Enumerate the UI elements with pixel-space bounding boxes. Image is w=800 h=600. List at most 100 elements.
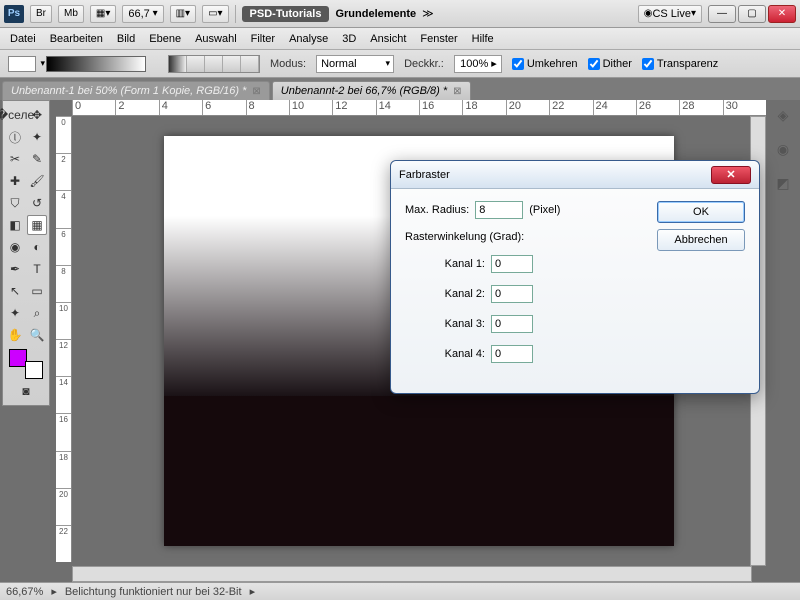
screen-mode-button[interactable]: ▭▾	[202, 5, 228, 23]
zoom-tool-icon[interactable]: 🔍	[27, 325, 47, 345]
menu-auswahl[interactable]: Auswahl	[195, 33, 237, 45]
gradient-reflected[interactable]	[223, 56, 241, 72]
lasso-tool-icon[interactable]: ⓛ	[5, 127, 25, 147]
background-swatch[interactable]	[25, 361, 43, 379]
raster-angle-label: Rasterwinkelung (Grad):	[405, 231, 524, 243]
color-swatches[interactable]	[5, 349, 47, 379]
marquee-tool-icon[interactable]: ✥	[27, 105, 47, 125]
kanal2-input[interactable]	[491, 285, 533, 303]
stamp-tool-icon[interactable]: ⛉	[5, 193, 25, 213]
kanal4-label: Kanal 4:	[405, 348, 485, 360]
heal-tool-icon[interactable]: ✚	[5, 171, 25, 191]
crop-tool-icon[interactable]: ✂	[5, 149, 25, 169]
transparenz-checkbox[interactable]: Transparenz	[642, 58, 718, 70]
status-zoom[interactable]: 66,67%	[6, 586, 43, 598]
cslive-button[interactable]: ◉ CS Live ▾	[638, 5, 702, 23]
menu-analyse[interactable]: Analyse	[289, 33, 328, 45]
menu-filter[interactable]: Filter	[251, 33, 275, 45]
layout-button[interactable]: ▦▾	[90, 5, 116, 23]
color-panel-icon[interactable]: ◉	[772, 138, 794, 160]
gradient-tool-icon[interactable]: ▦	[27, 215, 47, 235]
farbraster-dialog: Farbraster ✕ Max. Radius: (Pixel) Raster…	[390, 160, 760, 394]
more-icon[interactable]: ≫	[422, 7, 434, 20]
menu-ebene[interactable]: Ebene	[149, 33, 181, 45]
gradient-diamond[interactable]	[241, 56, 259, 72]
minibridge-button[interactable]: Mb	[58, 5, 84, 23]
scrollbar-horizontal[interactable]	[72, 566, 752, 582]
type-tool-icon[interactable]: T	[27, 259, 47, 279]
gradient-type-group	[168, 55, 260, 73]
ruler-vertical: 0246810121416182022	[56, 116, 72, 562]
ruler-horizontal: 024681012141618202224262830	[72, 100, 766, 116]
menubar: Datei Bearbeiten Bild Ebene Auswahl Filt…	[0, 28, 800, 50]
close-button[interactable]: ✕	[768, 5, 796, 23]
kanal1-label: Kanal 1:	[405, 258, 485, 270]
menu-bearbeiten[interactable]: Bearbeiten	[50, 33, 103, 45]
opacity-input[interactable]: 100% ▸	[454, 55, 502, 73]
kanal1-input[interactable]	[491, 255, 533, 273]
quickmask-icon[interactable]: ◙	[16, 381, 36, 401]
adjust-panel-icon[interactable]: ◩	[772, 172, 794, 194]
wand-tool-icon[interactable]: ✦	[27, 127, 47, 147]
toolbox: �селе ✥ ⓛ ✦ ✂ ✎ ✚ 🖌 ⛉ ↺ ◧ ▦ ◉ ◐ ✒ T ↖ ▭ …	[2, 100, 50, 406]
modus-label: Modus:	[270, 58, 306, 70]
ps-icon: Ps	[4, 5, 24, 23]
kanal4-input[interactable]	[491, 345, 533, 363]
status-message: Belichtung funktioniert nur bei 32-Bit	[65, 586, 242, 598]
menu-datei[interactable]: Datei	[10, 33, 36, 45]
3d-tool-icon[interactable]: ✦	[5, 303, 25, 323]
menu-3d[interactable]: 3D	[342, 33, 356, 45]
document-label: Grundelemente	[335, 8, 416, 20]
gradient-picker[interactable]	[46, 56, 146, 72]
pen-tool-icon[interactable]: ✒	[5, 259, 25, 279]
tool-preset-picker[interactable]	[8, 56, 36, 72]
brush-tool-icon[interactable]: 🖌	[27, 171, 47, 191]
menu-bild[interactable]: Bild	[117, 33, 135, 45]
bridge-button[interactable]: Br	[30, 5, 52, 23]
kanal2-label: Kanal 2:	[405, 288, 485, 300]
menu-hilfe[interactable]: Hilfe	[472, 33, 494, 45]
close-icon[interactable]: ⊠	[453, 86, 461, 97]
menu-fenster[interactable]: Fenster	[420, 33, 457, 45]
eyedropper-tool-icon[interactable]: ✎	[27, 149, 47, 169]
close-icon[interactable]: ⊠	[252, 86, 260, 97]
gradient-radial[interactable]	[187, 56, 205, 72]
pixel-label: (Pixel)	[529, 204, 560, 216]
view-extras-button[interactable]: ▥▾	[170, 5, 196, 23]
path-tool-icon[interactable]: ↖	[5, 281, 25, 301]
tab-doc-2[interactable]: Unbenannt-2 bei 66,7% (RGB/8) *⊠	[272, 81, 471, 100]
options-bar: Modus: Normal Deckkr.: 100% ▸ Umkehren D…	[0, 50, 800, 78]
dither-checkbox[interactable]: Dither	[588, 58, 632, 70]
eraser-tool-icon[interactable]: ◧	[5, 215, 25, 235]
right-dock: ◈ ◉ ◩	[772, 104, 798, 194]
gradient-linear[interactable]	[169, 56, 187, 72]
shape-tool-icon[interactable]: ▭	[27, 281, 47, 301]
status-bar: 66,67% ▸ Belichtung funktioniert nur bei…	[0, 582, 800, 600]
max-radius-input[interactable]	[475, 201, 523, 219]
modus-select[interactable]: Normal	[316, 55, 394, 73]
umkehren-checkbox[interactable]: Umkehren	[512, 58, 578, 70]
hand-tool-icon[interactable]: ✋	[5, 325, 25, 345]
maximize-button[interactable]: ▢	[738, 5, 766, 23]
dialog-close-button[interactable]: ✕	[711, 166, 751, 184]
menu-ansicht[interactable]: Ansicht	[370, 33, 406, 45]
zoom-level[interactable]: 66,7 ▾	[122, 5, 163, 23]
minimize-button[interactable]: —	[708, 5, 736, 23]
gradient-angle[interactable]	[205, 56, 223, 72]
blur-tool-icon[interactable]: ◉	[5, 237, 25, 257]
cancel-button[interactable]: Abbrechen	[657, 229, 745, 251]
history-brush-icon[interactable]: ↺	[27, 193, 47, 213]
workspace-name[interactable]: PSD-Tutorials	[242, 6, 330, 22]
titlebar: Ps Br Mb ▦▾ 66,7 ▾ ▥▾ ▭▾ PSD-Tutorials G…	[0, 0, 800, 28]
tab-doc-1[interactable]: Unbenannt-1 bei 50% (Form 1 Kopie, RGB/1…	[2, 81, 270, 100]
document-tabs: Unbenannt-1 bei 50% (Form 1 Kopie, RGB/1…	[0, 78, 800, 100]
move-tool-icon[interactable]: �селе	[5, 105, 25, 125]
layers-panel-icon[interactable]: ◈	[772, 104, 794, 126]
kanal3-label: Kanal 3:	[405, 318, 485, 330]
ok-button[interactable]: OK	[657, 201, 745, 223]
3d-camera-icon[interactable]: ⌕	[27, 303, 47, 323]
max-radius-label: Max. Radius:	[405, 204, 469, 216]
dodge-tool-icon[interactable]: ◐	[27, 237, 47, 257]
dialog-titlebar[interactable]: Farbraster ✕	[391, 161, 759, 189]
kanal3-input[interactable]	[491, 315, 533, 333]
